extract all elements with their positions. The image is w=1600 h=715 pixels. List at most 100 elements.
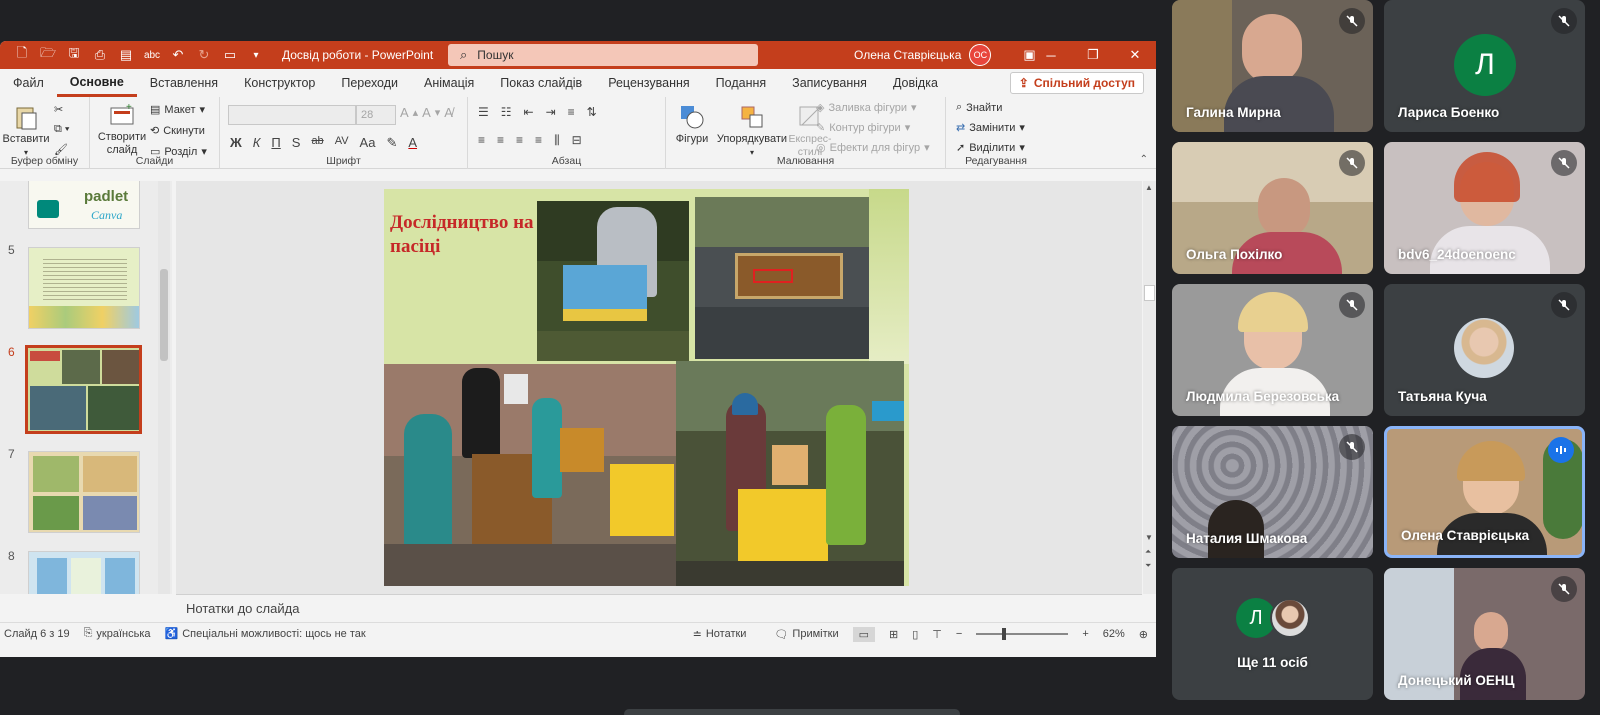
customize-qat-icon[interactable]: ▾ — [244, 44, 268, 66]
reset-button[interactable]: ⟲ Скинути — [150, 124, 205, 138]
font-size-box[interactable]: 28 — [356, 105, 396, 125]
line-spacing-icon[interactable]: ≡ — [568, 105, 575, 119]
normal-view-icon[interactable]: ▭ — [852, 626, 875, 642]
shape-effects-button[interactable]: ◎ Ефекти для фігур ▾ — [816, 141, 930, 155]
photo-kids-opening-hive[interactable] — [676, 361, 904, 586]
participant-tile-tatiana[interactable]: Татьяна Куча — [1384, 284, 1585, 416]
accessibility-indicator[interactable]: ♿ Спеціальні можливості: щось не так — [165, 627, 366, 641]
minimize-icon[interactable]: ─ — [1030, 41, 1072, 69]
tab-design[interactable]: Конструктор — [231, 69, 328, 97]
meet-controls-handle[interactable] — [624, 709, 960, 715]
canvas-scrollbar[interactable]: ▲ ▼ ⏶ ⏷ — [1143, 181, 1156, 594]
find-button[interactable]: ⌕ Знайти — [956, 101, 1002, 114]
tab-record[interactable]: Записування — [779, 69, 880, 97]
next-slide-icon[interactable]: ⏷ — [1145, 561, 1151, 571]
save-icon[interactable]: 🖫 — [62, 44, 86, 66]
present-icon[interactable]: ▭ — [218, 44, 242, 66]
shapes-button[interactable]: Фігури — [672, 103, 712, 146]
scrollbar-thumb[interactable] — [160, 269, 168, 361]
highlight-icon[interactable]: ✎ — [386, 135, 397, 151]
arrange-button[interactable]: Упорядкувати ▾ — [716, 103, 788, 159]
participant-tile-liudmyla[interactable]: Людмила Березовська — [1172, 284, 1373, 416]
scroll-up-icon[interactable]: ▲ — [1145, 183, 1153, 192]
thumbnails-scrollbar[interactable] — [158, 181, 170, 594]
tab-home[interactable]: Основне — [56, 69, 137, 97]
new-slide-button[interactable]: + Створити слайд — [96, 101, 148, 157]
new-file-icon[interactable]: 🗋 — [10, 44, 34, 66]
shape-outline-button[interactable]: ✎ Контур фігури ▾ — [816, 121, 910, 135]
align-right-icon[interactable]: ≡ — [516, 133, 523, 148]
photo-beekeeper-hive[interactable] — [537, 201, 689, 361]
slideshow-icon[interactable]: ⊤ — [932, 628, 942, 641]
slide-thumb-8[interactable] — [28, 551, 140, 594]
prev-slide-icon[interactable]: ⏶ — [1145, 547, 1151, 557]
slide-thumb-5[interactable] — [28, 247, 140, 329]
participant-tile-natalia[interactable]: Наталия Шмакова — [1172, 426, 1373, 558]
share-button[interactable]: ⇪ Спільний доступ — [1009, 72, 1144, 94]
account-area[interactable]: Олена Ставрієцька ОС ▣ — [854, 41, 1036, 69]
zoom-in-icon[interactable]: + — [1082, 628, 1088, 640]
tab-review[interactable]: Рецензування — [595, 69, 702, 97]
cut-icon[interactable]: ✂ — [54, 103, 63, 116]
print-icon[interactable]: ⎙ — [88, 44, 112, 66]
clear-format-icon[interactable]: A̸ — [444, 105, 453, 120]
strikethrough-button[interactable]: ab — [311, 135, 323, 151]
tab-insert[interactable]: Вставлення — [137, 69, 231, 97]
redo-icon[interactable]: ↻ — [192, 44, 216, 66]
justify-icon[interactable]: ≡ — [535, 133, 542, 148]
zoom-slider-knob[interactable] — [1002, 628, 1007, 640]
copy-icon[interactable]: ⧉ ▾ — [54, 123, 70, 136]
slide-sorter-icon[interactable]: ⊞ — [889, 628, 898, 641]
participant-tile-olena-speaking[interactable]: Олена Ставрієцька — [1384, 426, 1585, 558]
tab-view[interactable]: Подання — [703, 69, 779, 97]
change-case-button[interactable]: Aa — [360, 135, 376, 151]
increase-indent-icon[interactable]: ⇥ — [546, 105, 556, 119]
italic-button[interactable]: К — [253, 135, 261, 151]
scrollbar-thumb[interactable] — [1144, 285, 1155, 301]
bold-button[interactable]: Ж — [230, 135, 242, 151]
tab-file[interactable]: Файл — [0, 69, 57, 97]
reading-view-icon[interactable]: ▯ — [912, 628, 918, 641]
tab-help[interactable]: Довідка — [880, 69, 951, 97]
fit-slide-icon[interactable]: ⊕ — [1139, 628, 1148, 641]
columns-icon[interactable]: ⫼ — [554, 133, 560, 148]
pdf-icon[interactable]: ▤ — [114, 44, 138, 66]
slide-thumb-6-selected[interactable] — [25, 345, 142, 434]
search-box[interactable]: ⌕ Пошук — [448, 44, 758, 66]
font-color-icon[interactable]: A — [408, 135, 417, 151]
current-slide[interactable]: Дослідництво на пасіці — [384, 189, 909, 586]
language-indicator[interactable]: ⎘ українська — [84, 627, 151, 640]
numbering-icon[interactable]: ☷ — [501, 105, 512, 119]
text-direction-icon[interactable]: ⇅ — [587, 105, 597, 119]
shape-fill-button[interactable]: ◈ Заливка фігури ▾ — [816, 101, 917, 115]
scroll-down-icon[interactable]: ▼ — [1145, 533, 1153, 542]
select-button[interactable]: ➚ Виділити ▾ — [956, 141, 1025, 155]
participant-tile-olha[interactable]: Ольга Похілко — [1172, 142, 1373, 274]
align-text-icon[interactable]: ⊟ — [572, 133, 582, 148]
undo-icon[interactable]: ↶ — [166, 44, 190, 66]
zoom-level[interactable]: 62% — [1103, 628, 1125, 640]
bullets-icon[interactable]: ☰ — [478, 105, 489, 119]
notes-pane[interactable]: Нотатки до слайда — [176, 594, 1142, 622]
decrease-indent-icon[interactable]: ⇤ — [524, 105, 534, 119]
zoom-slider[interactable] — [976, 628, 1069, 640]
participant-tile-donetsk[interactable]: Донецький ОЕНЦ — [1384, 568, 1585, 700]
tab-animations[interactable]: Анімація — [411, 69, 487, 97]
participant-tile-galyna[interactable]: Галина Мирна — [1172, 0, 1373, 132]
replace-button[interactable]: ⇄ Замінити ▾ — [956, 121, 1025, 135]
user-avatar[interactable]: ОС — [969, 44, 992, 66]
comments-toggle[interactable]: 🗨 Примітки — [774, 628, 838, 641]
shadow-button[interactable]: S — [292, 135, 301, 151]
participant-tile-larysa[interactable]: Л Лариса Боенко — [1384, 0, 1585, 132]
slide-thumbnails-panel[interactable]: padlet Canva 5 6 7 8 — [0, 181, 172, 594]
slide-title[interactable]: Дослідництво на пасіці — [390, 211, 540, 259]
font-name-box[interactable] — [228, 105, 356, 125]
participant-tile-bdv6[interactable]: bdv6_24doenoenc — [1384, 142, 1585, 274]
slide-thumb-4[interactable]: padlet Canva — [28, 181, 140, 229]
tab-transitions[interactable]: Переходи — [328, 69, 411, 97]
slide-editing-area[interactable]: Дослідництво на пасіці — [176, 181, 1142, 594]
open-folder-icon[interactable]: 🗁 — [36, 44, 60, 66]
zoom-out-icon[interactable]: − — [956, 628, 962, 640]
font-size-adjust[interactable]: A ▴ A ▾ A̸ — [400, 105, 453, 120]
paste-button[interactable]: Вставити ▾ — [2, 103, 50, 159]
